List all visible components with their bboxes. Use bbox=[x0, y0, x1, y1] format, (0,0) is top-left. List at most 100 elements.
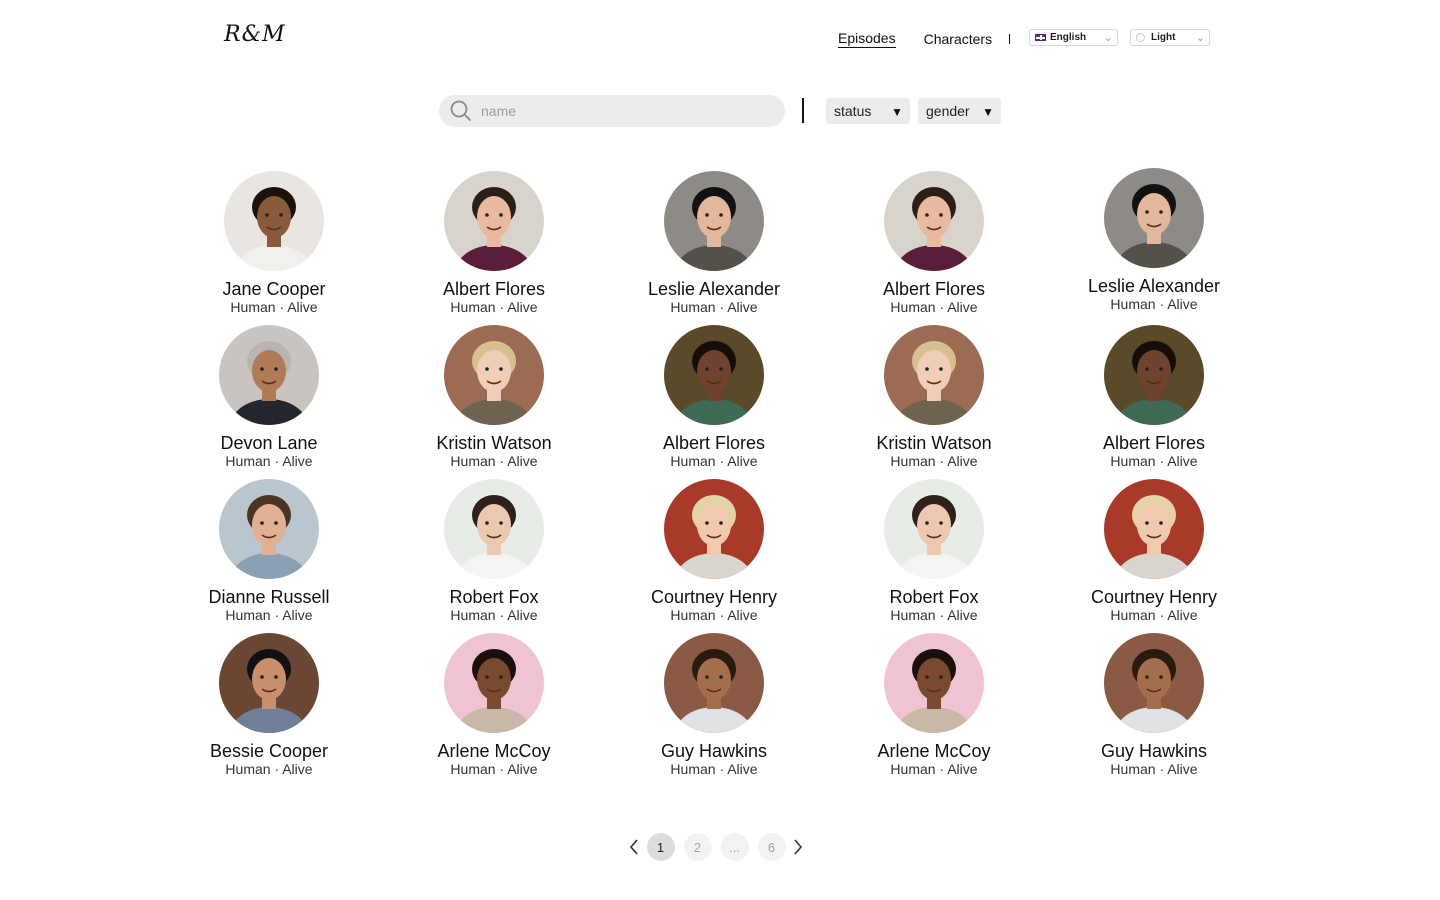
character-card[interactable]: Dianne Russell Human · Alive bbox=[169, 479, 369, 624]
character-species-status: Human · Alive bbox=[890, 607, 978, 623]
character-name: Kristin Watson bbox=[876, 433, 992, 453]
chevron-right-icon bbox=[794, 839, 803, 855]
avatar bbox=[1104, 633, 1204, 733]
character-species-status: Human · Alive bbox=[670, 299, 758, 315]
character-card[interactable]: Robert Fox Human · Alive bbox=[394, 479, 594, 624]
prev-page-button[interactable] bbox=[626, 833, 642, 861]
character-card[interactable]: Courtney Henry Human · Alive bbox=[614, 479, 814, 624]
page-button[interactable]: 6 bbox=[757, 833, 786, 861]
character-species-status: Human · Alive bbox=[670, 607, 758, 623]
triangle-down-icon: ▼ bbox=[891, 105, 903, 119]
character-card[interactable]: Kristin Watson Human · Alive bbox=[394, 325, 594, 470]
theme-label: Light bbox=[1151, 32, 1176, 43]
character-species-status: Human · Alive bbox=[890, 299, 978, 315]
search-icon bbox=[450, 100, 471, 121]
character-card[interactable]: Albert Flores Human · Alive bbox=[1054, 325, 1254, 470]
character-name: Dianne Russell bbox=[208, 587, 330, 607]
gender-filter-label: gender bbox=[926, 103, 970, 119]
character-name: Courtney Henry bbox=[650, 587, 778, 607]
character-card[interactable]: Robert Fox Human · Alive bbox=[834, 479, 1034, 624]
gender-filter[interactable]: gender ▼ bbox=[918, 98, 1001, 124]
avatar bbox=[1104, 479, 1204, 579]
triangle-down-icon: ▼ bbox=[982, 105, 994, 119]
avatar bbox=[664, 633, 764, 733]
nav-divider bbox=[1009, 34, 1011, 44]
character-name: Albert Flores bbox=[442, 279, 546, 299]
status-filter[interactable]: status ▼ bbox=[826, 98, 910, 124]
avatar bbox=[219, 325, 319, 425]
character-species-status: Human · Alive bbox=[1110, 453, 1198, 469]
avatar bbox=[444, 479, 544, 579]
character-card[interactable]: Albert Flores Human · Alive bbox=[614, 325, 814, 470]
avatar bbox=[444, 171, 544, 271]
language-label: English bbox=[1050, 32, 1087, 43]
avatar bbox=[1104, 168, 1204, 268]
character-name: Jane Cooper bbox=[222, 279, 326, 299]
character-card[interactable]: Albert Flores Human · Alive bbox=[394, 171, 594, 316]
avatar bbox=[219, 479, 319, 579]
character-name: Guy Hawkins bbox=[660, 741, 768, 761]
character-species-status: Human · Alive bbox=[225, 607, 313, 623]
nav-episodes[interactable]: Episodes bbox=[838, 30, 896, 48]
character-card[interactable]: Kristin Watson Human · Alive bbox=[834, 325, 1034, 470]
avatar bbox=[664, 171, 764, 271]
theme-circle-icon bbox=[1136, 33, 1145, 42]
character-card[interactable]: Arlene McCoy Human · Alive bbox=[834, 633, 1034, 778]
search-input[interactable] bbox=[479, 102, 763, 120]
character-name: Albert Flores bbox=[1102, 433, 1206, 453]
main-nav: Episodes Characters bbox=[838, 28, 1011, 50]
character-species-status: Human · Alive bbox=[450, 299, 538, 315]
avatar bbox=[664, 479, 764, 579]
character-card[interactable]: Bessie Cooper Human · Alive bbox=[169, 633, 369, 778]
character-species-status: Human · Alive bbox=[670, 453, 758, 469]
page-button[interactable]: 2 bbox=[683, 833, 712, 861]
character-name: Bessie Cooper bbox=[209, 741, 329, 761]
search-divider bbox=[802, 98, 804, 123]
avatar bbox=[1104, 325, 1204, 425]
search-bar bbox=[439, 95, 785, 127]
avatar bbox=[224, 171, 324, 271]
character-card[interactable]: Jane Cooper Human · Alive bbox=[174, 171, 374, 316]
character-species-status: Human · Alive bbox=[1110, 607, 1198, 623]
page-button[interactable]: 1 bbox=[646, 833, 675, 861]
character-species-status: Human · Alive bbox=[225, 761, 313, 777]
character-species-status: Human · Alive bbox=[890, 761, 978, 777]
character-species-status: Human · Alive bbox=[450, 607, 538, 623]
character-species-status: Human · Alive bbox=[670, 761, 758, 777]
character-card[interactable]: Albert Flores Human · Alive bbox=[834, 171, 1034, 316]
character-name: Kristin Watson bbox=[436, 433, 552, 453]
chevron-down-icon: ⌄ bbox=[1103, 32, 1113, 44]
avatar bbox=[884, 325, 984, 425]
character-species-status: Human · Alive bbox=[450, 761, 538, 777]
character-card[interactable]: Leslie Alexander Human · Alive bbox=[614, 171, 814, 316]
uk-flag-icon bbox=[1035, 34, 1046, 41]
language-select[interactable]: English ⌄ bbox=[1029, 29, 1118, 46]
character-card[interactable]: Guy Hawkins Human · Alive bbox=[614, 633, 814, 778]
status-filter-label: status bbox=[834, 103, 872, 119]
character-name: Courtney Henry bbox=[1090, 587, 1218, 607]
avatar bbox=[664, 325, 764, 425]
nav-characters[interactable]: Characters bbox=[924, 31, 992, 47]
pagination: 1 2 ... 6 bbox=[626, 833, 806, 861]
character-card[interactable]: Guy Hawkins Human · Alive bbox=[1054, 633, 1254, 778]
avatar bbox=[219, 633, 319, 733]
avatar bbox=[884, 171, 984, 271]
character-species-status: Human · Alive bbox=[1110, 761, 1198, 777]
page-ellipsis: ... bbox=[720, 833, 749, 861]
character-species-status: Human · Alive bbox=[1110, 296, 1198, 312]
character-card[interactable]: Arlene McCoy Human · Alive bbox=[394, 633, 594, 778]
logo[interactable]: R&M bbox=[224, 22, 286, 47]
avatar bbox=[444, 633, 544, 733]
character-name: Guy Hawkins bbox=[1100, 741, 1208, 761]
character-name: Robert Fox bbox=[449, 587, 539, 607]
character-species-status: Human · Alive bbox=[450, 453, 538, 469]
character-card[interactable]: Courtney Henry Human · Alive bbox=[1054, 479, 1254, 624]
character-name: Robert Fox bbox=[889, 587, 979, 607]
character-card[interactable]: Leslie Alexander Human · Alive bbox=[1054, 168, 1254, 313]
character-species-status: Human · Alive bbox=[890, 453, 978, 469]
theme-select[interactable]: Light ⌄ bbox=[1130, 29, 1210, 46]
character-species-status: Human · Alive bbox=[225, 453, 313, 469]
character-card[interactable]: Devon Lane Human · Alive bbox=[169, 325, 369, 470]
character-name: Albert Flores bbox=[882, 279, 986, 299]
next-page-button[interactable] bbox=[790, 833, 806, 861]
